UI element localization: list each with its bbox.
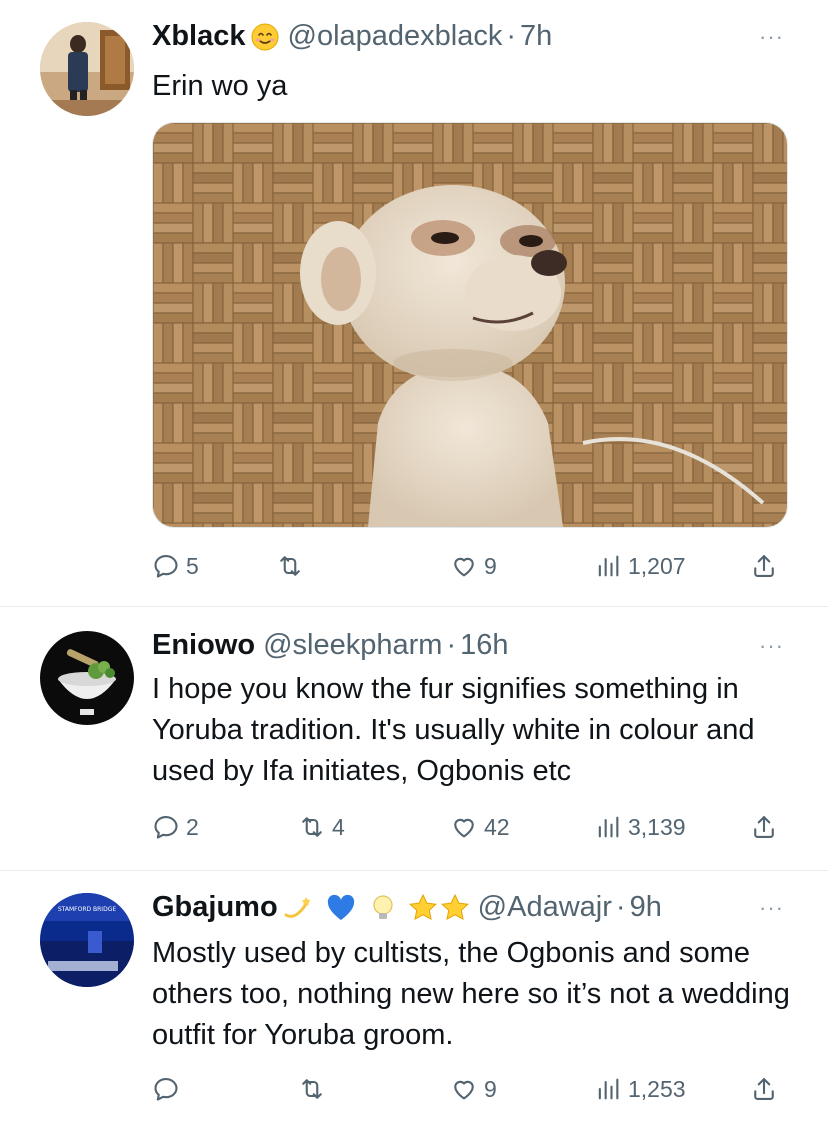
views-icon [594,813,622,841]
avatar[interactable] [40,22,134,116]
tweet-text: Erin wo ya [152,70,288,102]
more-icon[interactable]: ··· [759,633,784,659]
star-icon [440,893,470,923]
like-button[interactable]: 9 [450,1069,497,1109]
avatar[interactable]: STAMFORD BRIDGE [40,893,134,987]
views-count: 3,139 [628,813,686,840]
avatar-label: STAMFORD BRIDGE [58,906,116,913]
retweet-button[interactable]: 4 [298,807,345,847]
tweet-text: I hope you know the fur signifies someth… [152,673,755,787]
tweet-xblack[interactable]: Xblack @olapadexblack · 7h ··· Erin wo y… [0,0,828,605]
share-button[interactable] [750,807,778,847]
more-icon[interactable]: ··· [759,895,784,921]
separator-dot: · [615,891,626,923]
handle[interactable]: @Adawajr [478,891,612,924]
star-icon [408,893,438,923]
views-icon [594,552,622,580]
retweet-button[interactable] [298,1069,332,1109]
reply-button[interactable]: 5 [152,546,199,586]
tweet-header: Xblack @olapadexblack · 7h [152,20,552,53]
display-name[interactable]: Xblack [152,20,246,53]
reply-button[interactable] [152,1069,186,1109]
dog-photo[interactable] [152,122,788,528]
reply-count: 5 [186,552,199,579]
retweet-icon [298,813,326,841]
retweet-count: 4 [332,813,345,840]
tweet-eniowo[interactable]: Eniowo @sleekpharm · 16h ··· I hope you … [0,607,828,869]
retweet-button[interactable] [276,546,310,586]
views-button[interactable]: 1,253 [594,1069,686,1109]
like-icon [450,552,478,580]
timestamp[interactable]: 9h [630,891,662,924]
share-icon [750,552,778,580]
views-button[interactable]: 3,139 [594,807,686,847]
views-icon [594,1075,622,1103]
reply-count: 2 [186,813,199,840]
share-button[interactable] [750,546,778,586]
timestamp[interactable]: 7h [520,20,552,53]
tweet-actions: 2 4 42 3,139 [152,807,792,847]
retweet-icon [276,552,304,580]
timestamp[interactable]: 16h [460,629,508,662]
share-icon [750,1075,778,1103]
smiling-face-emoji-icon [250,22,280,52]
separator-dot: · [446,629,457,661]
tweet-header: Eniowo @sleekpharm · 16h [152,629,509,662]
reply-icon [152,813,180,841]
display-name[interactable]: Gbajumo [152,891,278,924]
reply-button[interactable]: 2 [152,807,199,847]
blue-heart-icon [326,893,356,923]
tweet-text: Mostly used by cultists, the Ogbonis and… [152,937,790,1051]
like-button[interactable]: 42 [450,807,510,847]
display-name[interactable]: Eniowo [152,629,255,662]
more-icon[interactable]: ··· [759,24,784,50]
views-count: 1,207 [628,552,686,579]
tweet-actions: 9 1,253 [152,1069,792,1109]
tweet-actions: 5 9 1,207 [152,546,792,586]
reply-icon [152,1075,180,1103]
like-count: 42 [484,813,510,840]
like-icon [450,813,478,841]
dizzy-icon [282,893,312,923]
like-icon [450,1075,478,1103]
share-icon [750,813,778,841]
separator-dot: · [506,20,517,52]
like-count: 9 [484,1075,497,1102]
light-bulb-icon [368,893,398,923]
tweet-gbajumo[interactable]: STAMFORD BRIDGE Gbajumo @Adawajr · 9h ··… [0,871,828,1142]
reply-icon [152,552,180,580]
handle[interactable]: @sleekpharm [263,629,442,662]
retweet-icon [298,1075,326,1103]
like-count: 9 [484,552,497,579]
like-button[interactable]: 9 [450,546,497,586]
handle[interactable]: @olapadexblack [288,20,503,53]
tweet-header: Gbajumo @Adawajr · 9h [152,891,662,924]
share-button[interactable] [750,1069,778,1109]
avatar[interactable] [40,631,134,725]
views-count: 1,253 [628,1075,686,1102]
views-button[interactable]: 1,207 [594,546,686,586]
